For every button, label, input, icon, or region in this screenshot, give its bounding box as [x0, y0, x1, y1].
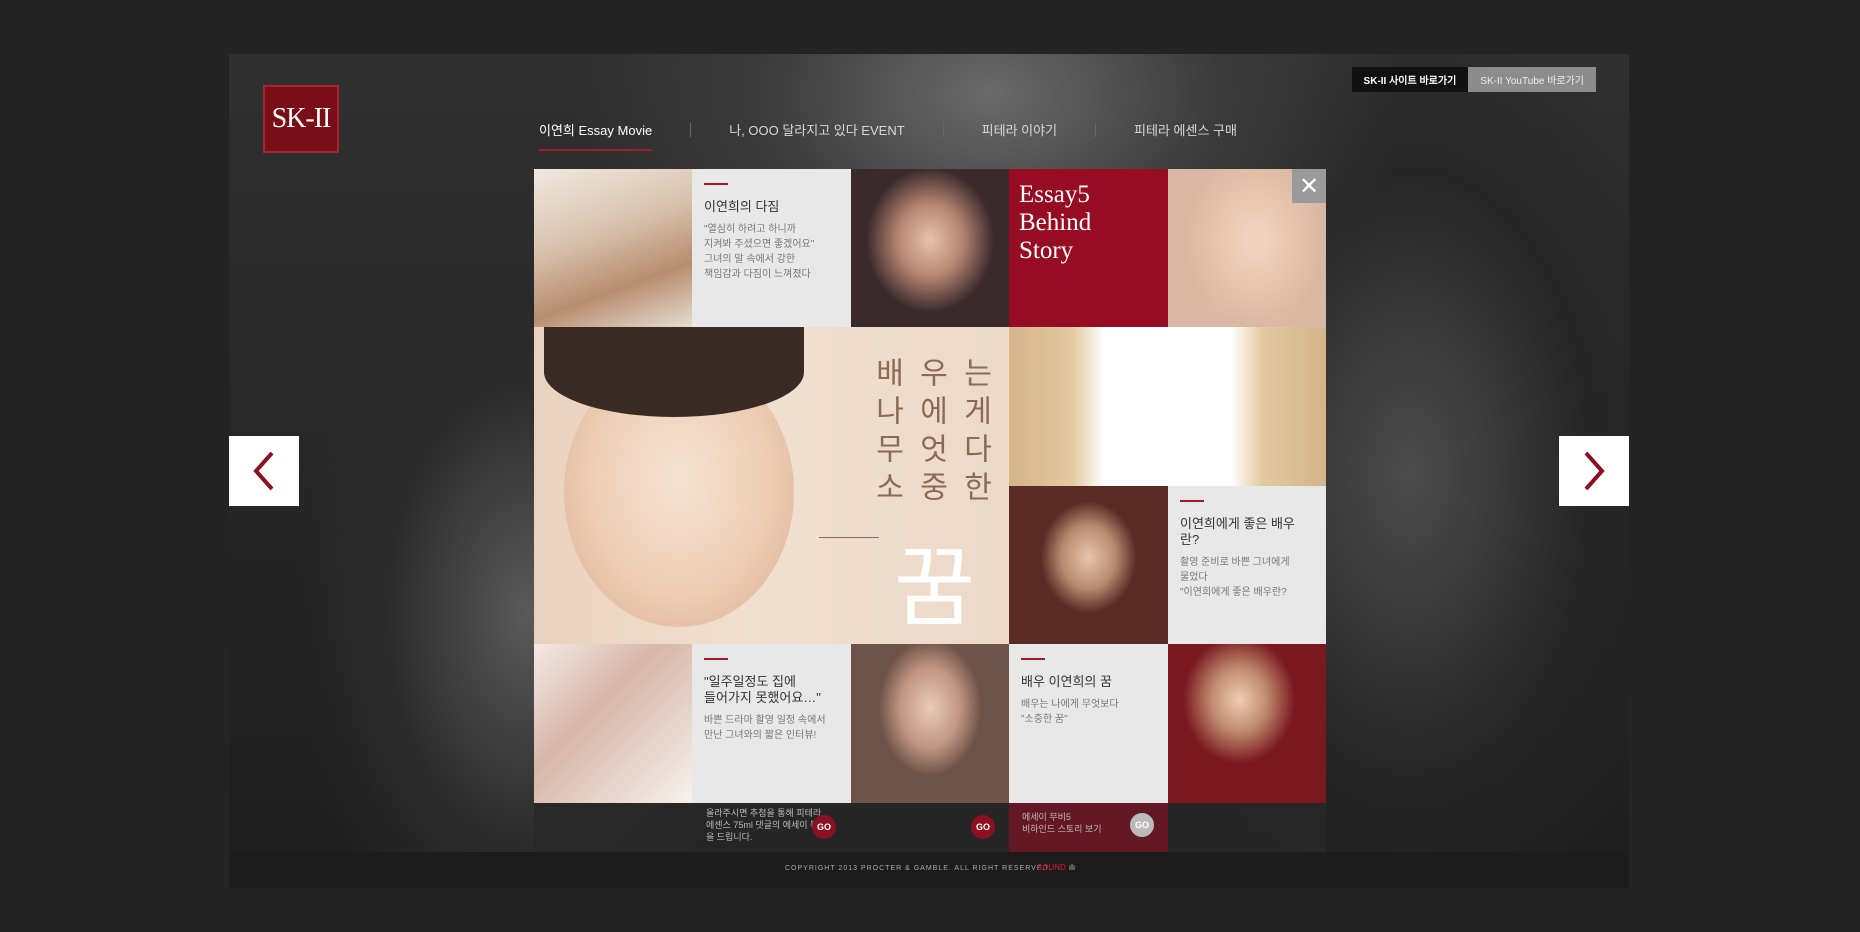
- sound-label: SOUND: [1037, 863, 1066, 872]
- go-button[interactable]: GO: [971, 815, 995, 839]
- nav-event[interactable]: 나, OOO 달라지고 있다 EVENT: [691, 120, 942, 139]
- main-nav: 이연희 Essay Movie 나, OOO 달라지고 있다 EVENT 피테라…: [539, 120, 1275, 151]
- hero-tile[interactable]: 배나무소 우에엇중 는게다한 꿈: [534, 327, 1009, 644]
- tile-title: 이연희의 다짐: [704, 199, 780, 214]
- essay-grid: 이연희의 다짐 "열심히 하려고 하니까 지켜봐 주셨으면 좋겠어요" 그녀의 …: [534, 169, 1326, 852]
- stage: SK-II SK-II 사이트 바로가기 SK-II YouTube 바로가기 …: [229, 54, 1629, 888]
- nav-pitera-story[interactable]: 피테라 이야기: [944, 120, 1095, 139]
- tile-title: "일주일정도 집에 들어가지 못했어요…": [704, 674, 821, 705]
- next-arrow-button[interactable]: [1559, 436, 1629, 506]
- strip-caption-behind: 에세이 무비5 비하인드 스토리 보기: [1022, 812, 1102, 834]
- photo-tile[interactable]: [534, 169, 692, 327]
- prev-arrow-button[interactable]: [229, 436, 299, 506]
- accent-bar: [1180, 500, 1204, 502]
- hero-text-col3: 는게다한: [958, 357, 991, 509]
- hero-dash: [819, 537, 879, 538]
- close-icon: ✕: [1298, 172, 1320, 200]
- photo-tile[interactable]: [1168, 644, 1326, 803]
- accent-bar: [1021, 658, 1045, 660]
- skii-site-link[interactable]: SK-II 사이트 바로가기: [1351, 67, 1469, 92]
- close-button[interactable]: ✕: [1292, 169, 1326, 203]
- photo-tile[interactable]: [851, 644, 1009, 803]
- hero-hair: [544, 327, 804, 417]
- active-underline: [539, 149, 653, 151]
- copyright-text: COPYRIGHT 2013 PROCTER & GAMBLE. ALL RIG…: [785, 865, 1052, 872]
- accent-bar: [704, 183, 728, 185]
- go-button[interactable]: GO: [812, 815, 836, 839]
- nav-essay-movie-label: 이연희 Essay Movie: [539, 123, 653, 138]
- skii-youtube-link[interactable]: SK-II YouTube 바로가기: [1468, 67, 1596, 92]
- hero-text-col2: 우에엇중: [914, 357, 947, 509]
- tile-title: 이연희에게 좋은 배우란?: [1180, 516, 1295, 547]
- bottom-strip: 올라주시면 추첨을 통해 피테라 에센스 75ml 댓글의 에세이 북 을 드립…: [534, 803, 1326, 852]
- tile-body: "열심히 하려고 하니까 지켜봐 주셨으면 좋겠어요" 그녀의 말 속에서 강한…: [704, 224, 815, 280]
- essay-behind-story-tile[interactable]: Essay5 Behind Story: [1009, 169, 1168, 327]
- text-tile-dream[interactable]: 배우 이연희의 꿈 배우는 나에게 무엇보다 "소중한 꿈": [1009, 644, 1168, 803]
- text-tile-interview[interactable]: "일주일정도 집에 들어가지 못했어요…" 바쁜 드라마 촬영 일정 속에서 만…: [692, 644, 851, 803]
- tile-body: 배우는 나에게 무엇보다 "소중한 꿈": [1021, 699, 1119, 725]
- strip-caption-event: 올라주시면 추첨을 통해 피테라 에센스 75ml 댓글의 에세이 북 을 드립…: [706, 808, 822, 842]
- tile-title: 배우 이연희의 꿈: [1021, 674, 1112, 689]
- brand-logo[interactable]: SK-II: [263, 85, 339, 153]
- top-links: SK-II 사이트 바로가기 SK-II YouTube 바로가기: [1351, 67, 1596, 92]
- tile-body: 촬영 준비로 바쁜 그녀에게 물었다 "이연희에게 좋은 배우란?: [1180, 557, 1290, 598]
- photo-tile[interactable]: [534, 644, 692, 803]
- accent-bar: [704, 658, 728, 660]
- chevron-left-icon: [253, 451, 274, 491]
- photo-tile[interactable]: [851, 169, 1009, 327]
- go-button[interactable]: GO: [1130, 813, 1154, 837]
- nav-essay-movie[interactable]: 이연희 Essay Movie: [539, 120, 690, 151]
- text-tile-resolution[interactable]: 이연희의 다짐 "열심히 하려고 하니까 지켜봐 주셨으면 좋겠어요" 그녀의 …: [692, 169, 851, 327]
- photo-tile[interactable]: [1009, 327, 1326, 486]
- tile-body: 바쁜 드라마 촬영 일정 속에서 만난 그녀와의 짧은 인터뷰!: [704, 715, 826, 741]
- text-tile-good-actor[interactable]: 이연희에게 좋은 배우란? 촬영 준비로 바쁜 그녀에게 물었다 "이연희에게 …: [1168, 486, 1326, 644]
- footer: COPYRIGHT 2013 PROCTER & GAMBLE. ALL RIG…: [229, 852, 1629, 888]
- photo-tile[interactable]: [1009, 486, 1168, 644]
- sound-icon: ılı: [1068, 863, 1076, 872]
- nav-buy-essence[interactable]: 피테라 에센스 구매: [1096, 120, 1275, 139]
- chevron-right-icon: [1584, 451, 1605, 491]
- hero-dream-text: 꿈: [894, 536, 975, 639]
- sound-toggle[interactable]: SOUND ılı: [1037, 863, 1075, 872]
- hero-text-col1: 배나무소: [870, 357, 903, 509]
